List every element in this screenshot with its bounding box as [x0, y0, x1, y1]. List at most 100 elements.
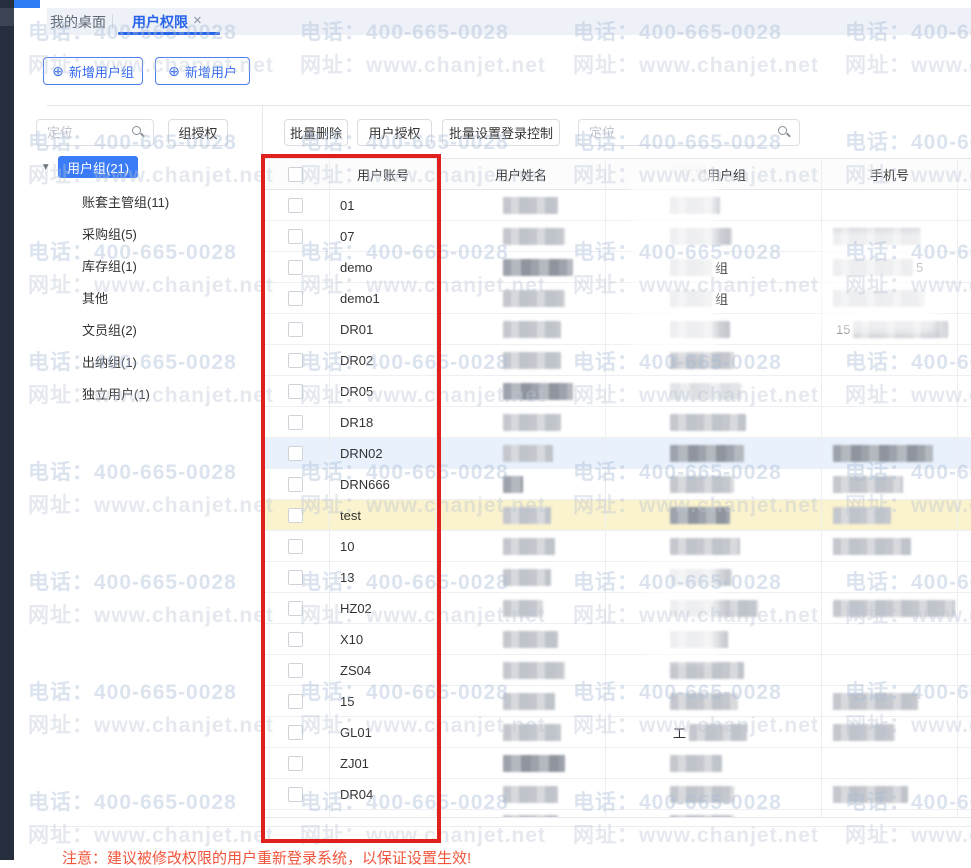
table-row[interactable]: 10	[262, 531, 971, 562]
table-row[interactable]: ZJ01	[262, 748, 971, 779]
checkbox-cell	[262, 345, 330, 376]
phone-cell	[822, 779, 958, 810]
tree-children: 账套主管组(11)采购组(5)库存组(1)其他文员组(2)出纳组(1)独立用户(…	[82, 188, 169, 412]
rail-top-square	[0, 8, 14, 26]
row-checkbox[interactable]	[288, 725, 303, 740]
select-all-checkbox[interactable]	[288, 167, 303, 182]
user-name-cell	[437, 562, 606, 593]
tree-item-2[interactable]: 库存组(1)	[82, 252, 169, 284]
edge-cell	[958, 407, 971, 438]
redacted-text	[670, 538, 740, 555]
row-checkbox[interactable]	[288, 663, 303, 678]
table-row[interactable]: DR0115	[262, 314, 971, 345]
tree-item-0[interactable]: 账套主管组(11)	[82, 188, 169, 220]
user-authorize-button[interactable]: 用户授权	[357, 119, 432, 146]
redacted-text	[833, 600, 955, 617]
user-account-cell: demo	[330, 252, 437, 283]
table-row[interactable]: demo1组	[262, 283, 971, 314]
edge-cell	[958, 221, 971, 252]
row-checkbox[interactable]	[288, 787, 303, 802]
row-checkbox[interactable]	[288, 260, 303, 275]
checkbox-cell	[262, 593, 330, 624]
redacted-text	[670, 662, 744, 679]
tree-item-4[interactable]: 文员组(2)	[82, 316, 169, 348]
row-checkbox[interactable]	[288, 291, 303, 306]
table-row[interactable]: demo组5	[262, 252, 971, 283]
row-checkbox[interactable]	[288, 632, 303, 647]
redacted-text	[503, 259, 573, 276]
table-row[interactable]: DR04	[262, 779, 971, 810]
table-row[interactable]: 07	[262, 221, 971, 252]
row-checkbox[interactable]	[288, 353, 303, 368]
table-row[interactable]: DRN666	[262, 469, 971, 500]
add-user-button[interactable]: ⊕ 新增用户	[155, 57, 250, 85]
redacted-text	[670, 507, 730, 524]
tree-item-5[interactable]: 出纳组(1)	[82, 348, 169, 380]
row-checkbox[interactable]	[288, 601, 303, 616]
user-group-cell: 组	[606, 283, 822, 314]
table-row[interactable]: test	[262, 500, 971, 531]
table-row[interactable]: DR02	[262, 345, 971, 376]
redacted-text	[833, 228, 921, 245]
table-row[interactable]: 01	[262, 190, 971, 221]
table-row[interactable]: DRN02	[262, 438, 971, 469]
tree-root-user-group[interactable]: 用户组(21)	[58, 156, 138, 178]
user-account-cell: DRN666	[330, 469, 437, 500]
table-row[interactable]: GL01工	[262, 717, 971, 748]
redacted-text	[833, 259, 913, 276]
row-checkbox[interactable]	[288, 446, 303, 461]
table-row	[262, 810, 971, 818]
redacted-text	[670, 197, 720, 214]
table-row[interactable]: DR18	[262, 407, 971, 438]
row-checkbox[interactable]	[288, 477, 303, 492]
sidebar-search-input[interactable]	[45, 124, 127, 141]
redacted-text	[670, 290, 712, 307]
row-checkbox[interactable]	[288, 508, 303, 523]
table-row[interactable]: 15	[262, 686, 971, 717]
row-checkbox[interactable]	[288, 756, 303, 771]
tree-item-1[interactable]: 采购组(5)	[82, 220, 169, 252]
watermark-url-text: 网址：www.chanjet.net	[845, 49, 971, 79]
table-row[interactable]: ZS04	[262, 655, 971, 686]
row-checkbox[interactable]	[288, 415, 303, 430]
checkbox-cell	[262, 686, 330, 717]
tree-caret-icon[interactable]: ▾	[43, 160, 49, 173]
user-account-cell: DR18	[330, 407, 437, 438]
row-checkbox[interactable]	[288, 198, 303, 213]
row-checkbox[interactable]	[288, 322, 303, 337]
tree-item-3[interactable]: 其他	[82, 284, 169, 316]
checkbox-cell	[262, 469, 330, 500]
batch-login-control-button[interactable]: 批量设置登录控制	[442, 119, 560, 146]
add-user-group-label: 新增用户组	[69, 62, 134, 81]
user-name-cell	[437, 748, 606, 779]
table-row[interactable]: X10	[262, 624, 971, 655]
redacted-text	[670, 383, 742, 400]
batch-delete-button[interactable]: 批量删除	[284, 119, 348, 146]
tree-item-6[interactable]: 独立用户(1)	[82, 380, 169, 412]
table-row[interactable]: 13	[262, 562, 971, 593]
plus-circle-icon: ⊕	[168, 64, 180, 78]
table-search-input[interactable]	[587, 124, 773, 141]
phone-cell	[822, 717, 958, 748]
user-name-cell	[437, 686, 606, 717]
row-checkbox[interactable]	[288, 570, 303, 585]
edge-cell	[958, 779, 971, 810]
add-user-group-button[interactable]: ⊕ 新增用户组	[43, 57, 143, 85]
tab-my-desktop[interactable]: 我的桌面	[50, 13, 106, 31]
row-checkbox[interactable]	[288, 539, 303, 554]
row-checkbox[interactable]	[288, 229, 303, 244]
tab-close-icon[interactable]: ×	[193, 12, 202, 30]
redacted-text	[833, 538, 911, 555]
checkbox-cell	[262, 810, 330, 818]
tab-user-permission[interactable]: 用户权限	[132, 13, 188, 31]
redacted-text	[670, 815, 734, 818]
table-row[interactable]: HZ02	[262, 593, 971, 624]
group-auth-button[interactable]: 组授权	[168, 119, 228, 146]
phone-cell	[822, 748, 958, 779]
row-checkbox[interactable]	[288, 384, 303, 399]
user-name-cell	[437, 469, 606, 500]
row-checkbox[interactable]	[288, 694, 303, 709]
table-row[interactable]: DR05	[262, 376, 971, 407]
redacted-text	[503, 538, 555, 555]
search-icon	[132, 126, 145, 139]
